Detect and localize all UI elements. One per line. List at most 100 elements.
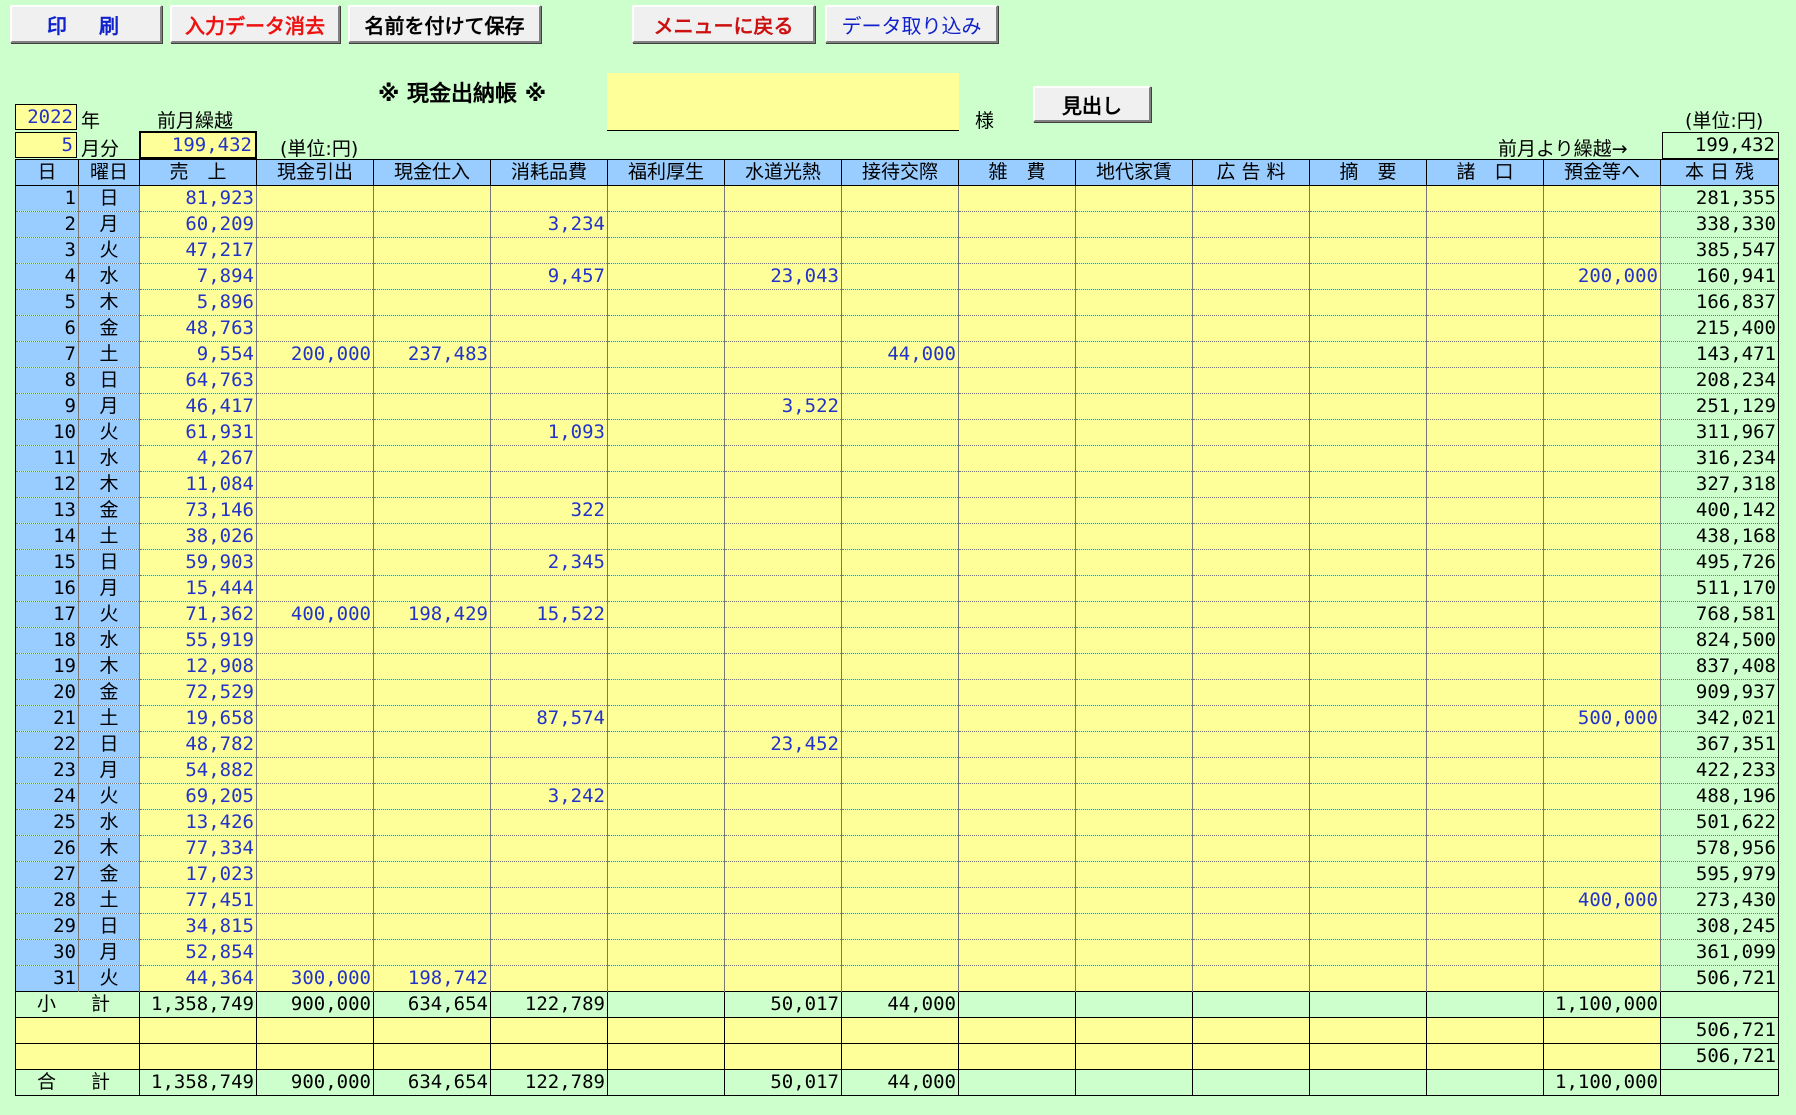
amount-cell[interactable]: [1543, 783, 1661, 810]
amount-cell[interactable]: [1426, 861, 1544, 888]
amount-cell[interactable]: [607, 887, 725, 914]
amount-cell[interactable]: [373, 419, 491, 446]
amount-cell[interactable]: [1309, 809, 1427, 836]
amount-cell[interactable]: [1075, 653, 1193, 680]
amount-cell[interactable]: 237,483: [373, 341, 491, 368]
amount-cell[interactable]: [139, 1043, 257, 1070]
amount-cell[interactable]: [607, 393, 725, 420]
amount-cell[interactable]: [607, 965, 725, 992]
amount-cell[interactable]: [1543, 445, 1661, 472]
amount-cell[interactable]: [958, 939, 1076, 966]
customer-name-input[interactable]: [607, 73, 959, 131]
amount-cell[interactable]: 17,023: [139, 861, 257, 888]
amount-cell[interactable]: [1075, 393, 1193, 420]
amount-cell[interactable]: [1075, 419, 1193, 446]
amount-cell[interactable]: [841, 939, 959, 966]
amount-cell[interactable]: 73,146: [139, 497, 257, 524]
amount-cell[interactable]: [373, 835, 491, 862]
amount-cell[interactable]: [958, 601, 1076, 628]
amount-cell[interactable]: [958, 679, 1076, 706]
amount-cell[interactable]: [607, 471, 725, 498]
amount-cell[interactable]: [1309, 211, 1427, 238]
amount-cell[interactable]: [1543, 861, 1661, 888]
amount-cell[interactable]: [1192, 705, 1310, 732]
amount-cell[interactable]: [958, 965, 1076, 992]
amount-cell[interactable]: [607, 575, 725, 602]
amount-cell[interactable]: 12,908: [139, 653, 257, 680]
amount-cell[interactable]: [490, 887, 608, 914]
amount-cell[interactable]: 54,882: [139, 757, 257, 784]
amount-cell[interactable]: [841, 887, 959, 914]
amount-cell[interactable]: 55,919: [139, 627, 257, 654]
amount-cell[interactable]: [841, 809, 959, 836]
amount-cell[interactable]: [256, 939, 374, 966]
amount-cell[interactable]: [1543, 601, 1661, 628]
amount-cell[interactable]: 200,000: [1543, 263, 1661, 290]
amount-cell[interactable]: [1192, 419, 1310, 446]
amount-cell[interactable]: [490, 939, 608, 966]
amount-cell[interactable]: [1309, 783, 1427, 810]
amount-cell[interactable]: [256, 887, 374, 914]
amount-cell[interactable]: [490, 965, 608, 992]
amount-cell[interactable]: [607, 601, 725, 628]
amount-cell[interactable]: [373, 809, 491, 836]
amount-cell[interactable]: [841, 549, 959, 576]
amount-cell[interactable]: [1426, 393, 1544, 420]
amount-cell[interactable]: [373, 731, 491, 758]
amount-cell[interactable]: [724, 315, 842, 342]
amount-cell[interactable]: [1543, 627, 1661, 654]
amount-cell[interactable]: [1309, 1043, 1427, 1070]
amount-cell[interactable]: [841, 237, 959, 264]
amount-cell[interactable]: [1309, 523, 1427, 550]
prev-carry-value[interactable]: 199,432: [139, 131, 257, 159]
amount-cell[interactable]: [1075, 341, 1193, 368]
amount-cell[interactable]: [607, 705, 725, 732]
amount-cell[interactable]: [1309, 835, 1427, 862]
amount-cell[interactable]: [256, 549, 374, 576]
amount-cell[interactable]: [373, 393, 491, 420]
amount-cell[interactable]: [490, 341, 608, 368]
amount-cell[interactable]: [607, 549, 725, 576]
amount-cell[interactable]: [1426, 783, 1544, 810]
amount-cell[interactable]: [724, 211, 842, 238]
amount-cell[interactable]: [1309, 471, 1427, 498]
amount-cell[interactable]: [256, 471, 374, 498]
amount-cell[interactable]: [1192, 211, 1310, 238]
amount-cell[interactable]: [1543, 549, 1661, 576]
amount-cell[interactable]: [607, 861, 725, 888]
amount-cell[interactable]: 19,658: [139, 705, 257, 732]
amount-cell[interactable]: [1192, 445, 1310, 472]
amount-cell[interactable]: [841, 393, 959, 420]
amount-cell[interactable]: [373, 211, 491, 238]
amount-cell[interactable]: 500,000: [1543, 705, 1661, 732]
amount-cell[interactable]: [1075, 887, 1193, 914]
amount-cell[interactable]: [373, 523, 491, 550]
amount-cell[interactable]: [724, 809, 842, 836]
amount-cell[interactable]: [1192, 575, 1310, 602]
amount-cell[interactable]: [607, 783, 725, 810]
amount-cell[interactable]: [607, 341, 725, 368]
amount-cell[interactable]: [373, 445, 491, 472]
amount-cell[interactable]: [256, 835, 374, 862]
amount-cell[interactable]: 81,923: [139, 185, 257, 212]
amount-cell[interactable]: [1075, 185, 1193, 212]
amount-cell[interactable]: [1543, 393, 1661, 420]
amount-cell[interactable]: [1309, 575, 1427, 602]
amount-cell[interactable]: [841, 289, 959, 316]
amount-cell[interactable]: [256, 809, 374, 836]
amount-cell[interactable]: [1192, 653, 1310, 680]
amount-cell[interactable]: [1426, 627, 1544, 654]
amount-cell[interactable]: [1426, 237, 1544, 264]
amount-cell[interactable]: [607, 315, 725, 342]
back-to-menu-button[interactable]: メニューに戻る: [632, 5, 815, 43]
amount-cell[interactable]: [841, 965, 959, 992]
amount-cell[interactable]: [724, 367, 842, 394]
amount-cell[interactable]: [1543, 523, 1661, 550]
amount-cell[interactable]: [724, 653, 842, 680]
amount-cell[interactable]: [1426, 419, 1544, 446]
amount-cell[interactable]: [958, 211, 1076, 238]
amount-cell[interactable]: [1309, 549, 1427, 576]
amount-cell[interactable]: [1075, 965, 1193, 992]
amount-cell[interactable]: [841, 835, 959, 862]
amount-cell[interactable]: 59,903: [139, 549, 257, 576]
